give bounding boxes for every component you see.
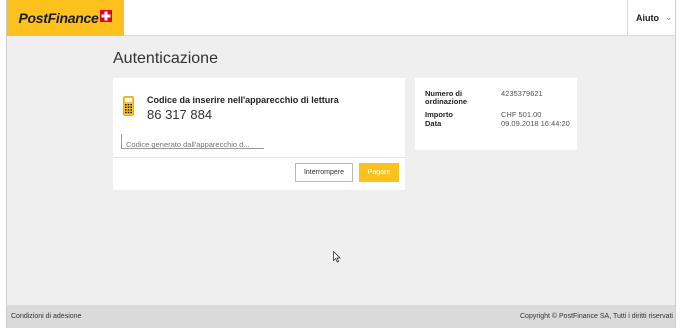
reader-code-label: Codice da inserire nell'apparecchio di l… xyxy=(147,95,339,105)
authentication-card: Codice da inserire nell'apparecchio di l… xyxy=(113,78,405,190)
page-frame: PostFinance Aiuto ⌄ Autenticazione Codic… xyxy=(6,0,676,328)
terms-link[interactable]: Condizioni di adesione xyxy=(11,313,81,320)
card-reader-icon xyxy=(123,96,134,121)
swiss-cross-icon xyxy=(100,9,113,22)
mouse-cursor-icon xyxy=(333,250,341,268)
cancel-button[interactable]: Interrompere xyxy=(295,163,353,182)
copyright-text: Copyright © PostFinance SA, Tutti i diri… xyxy=(520,313,673,320)
date-label: Data xyxy=(425,119,442,128)
postfinance-logo[interactable]: PostFinance xyxy=(7,0,124,36)
order-number-label: Numero di ordinazione xyxy=(425,89,468,106)
date-value: 09.09.2018 16:44:20 xyxy=(501,119,570,128)
logo-text: PostFinance xyxy=(18,10,99,26)
generated-code-input[interactable] xyxy=(122,137,264,152)
reader-code-value: 86 317 884 xyxy=(147,107,213,122)
chevron-down-icon: ⌄ xyxy=(665,12,673,22)
amount-value: CHF 501.00 xyxy=(501,110,542,119)
pay-button[interactable]: Pagare xyxy=(359,163,399,182)
header-bar: PostFinance Aiuto ⌄ xyxy=(7,0,675,36)
order-number-value: 4235379621 xyxy=(501,89,543,98)
page-title: Autenticazione xyxy=(113,50,218,67)
order-summary-card: Numero di ordinazione 4235379621 Importo… xyxy=(415,78,577,150)
help-label: Aiuto xyxy=(636,12,659,23)
help-menu[interactable]: Aiuto ⌄ xyxy=(627,0,675,35)
footer-bar: Condizioni di adesione Copyright © PostF… xyxy=(7,305,675,328)
card-divider xyxy=(113,157,405,158)
generated-code-field[interactable] xyxy=(121,134,264,152)
amount-label: Importo xyxy=(425,110,453,119)
